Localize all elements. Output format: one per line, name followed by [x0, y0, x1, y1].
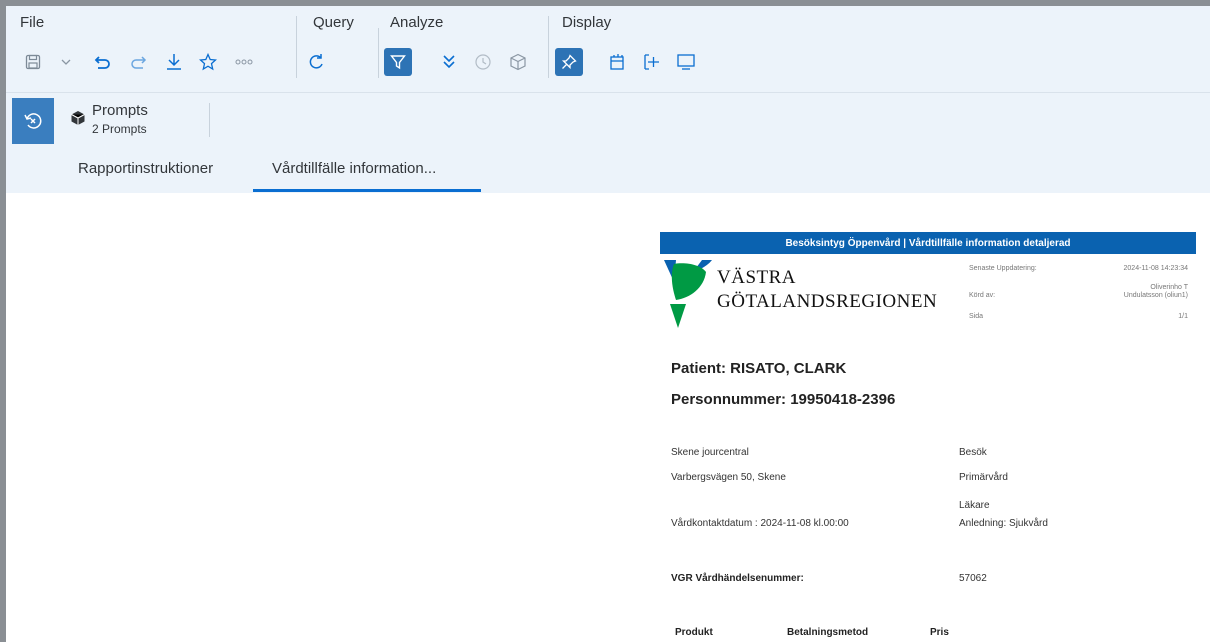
separator — [548, 16, 549, 78]
facility-address: Varbergsvägen 50, Skene — [671, 472, 786, 483]
redo-icon[interactable] — [126, 50, 150, 74]
separator — [296, 16, 297, 78]
section-query: Query — [313, 14, 354, 31]
filter-icon[interactable] — [384, 48, 412, 76]
column-header-betalningsmetod: Betalningsmetod — [787, 627, 869, 638]
meta-page-value: 1/1 — [1178, 313, 1188, 320]
facility-name: Skene jourcentral — [671, 447, 749, 458]
cube-icon[interactable] — [506, 50, 530, 74]
care-type: Primärvård — [959, 472, 1008, 483]
patient-name: Patient: RISATO, CLARK — [671, 360, 847, 377]
separator — [209, 103, 210, 137]
visit-reason: Anledning: Sjukvård — [959, 518, 1048, 529]
section-file: File — [20, 14, 45, 31]
save-icon[interactable] — [21, 50, 45, 74]
vgr-logo-icon — [662, 258, 714, 335]
profession: Läkare — [959, 500, 990, 511]
section-analyze: Analyze — [390, 14, 444, 31]
prompts-count: 2 Prompts — [92, 122, 147, 136]
column-header-pris: Pris — [930, 627, 949, 638]
visit-type: Besök — [959, 447, 987, 458]
reset-prompts-button[interactable] — [12, 98, 54, 144]
download-icon[interactable] — [162, 50, 186, 74]
meta-updated-value: 2024-11-08 14:23:34 — [1123, 265, 1188, 272]
section-display: Display — [562, 14, 612, 31]
prompts-icon — [70, 110, 86, 131]
prompt-bar — [6, 92, 1210, 193]
tab-vardtillfalle-information[interactable]: Vårdtillfälle information... — [272, 160, 436, 177]
more-icon[interactable] — [232, 50, 256, 74]
logo-text-line2: GÖTALANDSREGIONEN — [717, 291, 938, 312]
visit-date: Vårdkontaktdatum : 2024-11-08 kl.00:00 — [671, 518, 849, 529]
separator — [378, 28, 379, 78]
pin-icon[interactable] — [555, 48, 583, 76]
refresh-icon[interactable] — [304, 50, 328, 74]
meta-page-label: Sida — [969, 313, 984, 320]
double-chevron-down-icon[interactable] — [437, 50, 461, 74]
meta-run-by-value2: Undulatsson (oliun1) — [1123, 292, 1188, 299]
event-number-value: 57062 — [959, 573, 987, 584]
history-icon[interactable] — [471, 50, 495, 74]
event-number-label: VGR Vårdhändelsenummer: — [671, 573, 804, 584]
meta-run-by-value1: Oliverinho T — [1150, 284, 1188, 291]
active-tab-indicator — [253, 189, 481, 192]
new-window-icon[interactable] — [606, 50, 630, 74]
expand-icon[interactable] — [640, 50, 664, 74]
reset-icon — [24, 113, 42, 129]
report-header: Besöksintyg Öppenvård | Vårdtillfälle in… — [660, 232, 1196, 254]
prompts-title[interactable]: Prompts — [92, 102, 148, 119]
personnummer: Personnummer: 19950418-2396 — [671, 391, 896, 408]
meta-run-by-label: Körd av: — [969, 292, 996, 299]
star-icon[interactable] — [196, 50, 220, 74]
column-header-produkt: Produkt — [675, 627, 713, 638]
chevron-down-icon[interactable] — [54, 50, 78, 74]
undo-icon[interactable] — [91, 50, 115, 74]
meta-updated-label: Senaste Uppdatering: — [969, 265, 1037, 272]
tab-rapportinstruktioner[interactable]: Rapportinstruktioner — [78, 160, 213, 177]
monitor-icon[interactable] — [674, 50, 698, 74]
logo-text-line1: VÄSTRA — [717, 267, 797, 288]
